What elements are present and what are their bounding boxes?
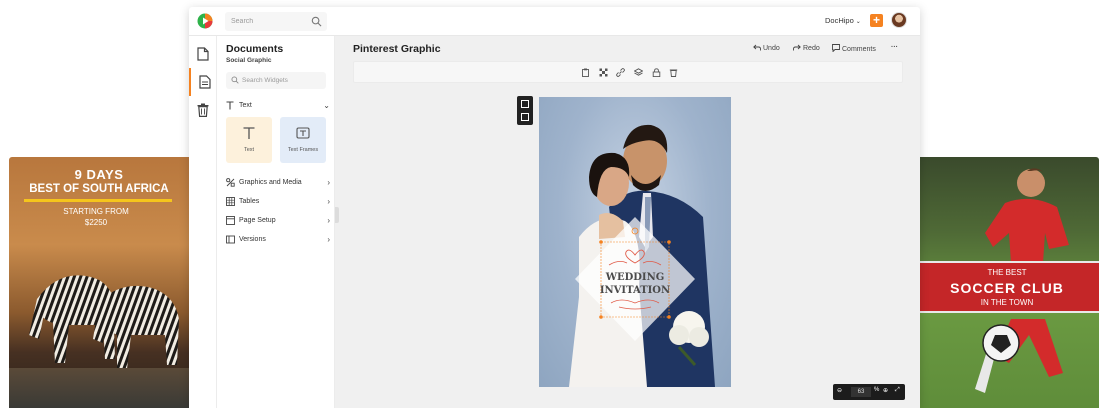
soccer-banner: THE BEST SOCCER CLUB IN THE TOWN xyxy=(915,261,1099,313)
banner-subline: IN THE TOWN xyxy=(980,298,1034,307)
comment-icon xyxy=(832,44,840,53)
panel-title: Documents xyxy=(226,43,284,55)
section-text-label: Text xyxy=(239,102,252,109)
zoom-out-icon[interactable]: ⊖ xyxy=(837,387,842,394)
section-tables-label: Tables xyxy=(239,198,260,205)
trash-icon xyxy=(197,103,209,117)
page-icon[interactable] xyxy=(521,113,529,121)
top-bar: DocHipo⌄ + xyxy=(189,7,920,36)
zoom-in-icon[interactable]: ⊕ xyxy=(883,387,888,394)
page-setup-icon xyxy=(226,216,235,225)
promo-divider xyxy=(24,199,172,202)
element-toolbar xyxy=(353,61,903,83)
stage: 9 DAYS BEST OF SOUTH AFRICA STARTING FRO… xyxy=(0,0,1109,408)
section-graphics-media[interactable]: Graphics and Media › xyxy=(226,177,330,191)
redo-icon xyxy=(793,44,801,51)
canvas-side-tools xyxy=(517,96,533,125)
invitation-line-2: INVITATION xyxy=(600,285,670,296)
promo-headline: BEST OF SOUTH AFRICA xyxy=(29,183,169,195)
account-label: DocHipo xyxy=(825,16,854,25)
section-versions-label: Versions xyxy=(239,236,266,243)
chevron-right-icon: › xyxy=(327,216,330,225)
chevron-right-icon: › xyxy=(327,235,330,244)
rail-item-documents[interactable] xyxy=(189,68,217,96)
document-icon xyxy=(199,75,211,89)
chevron-right-icon: › xyxy=(327,178,330,187)
text-widget-label: Text xyxy=(243,147,255,153)
trash-icon[interactable] xyxy=(669,68,678,77)
promo-price: $2250 xyxy=(84,218,108,227)
text-glyph-icon xyxy=(226,126,272,145)
text-frames-widget-label: Text Frames xyxy=(287,147,319,153)
section-text[interactable]: Text ⌄ xyxy=(226,100,330,114)
banner-kicker: THE BEST xyxy=(987,268,1027,277)
layers-icon[interactable] xyxy=(634,68,643,77)
design-canvas[interactable]: WEDDING INVITATION xyxy=(539,97,731,387)
document-title[interactable]: Pinterest Graphic xyxy=(353,43,441,55)
undo-label: Undo xyxy=(763,45,780,52)
rail-item-new-document[interactable] xyxy=(189,40,217,68)
text-icon xyxy=(226,101,234,110)
link-icon[interactable] xyxy=(616,68,625,77)
panel-collapse-handle[interactable] xyxy=(335,207,339,223)
global-search-input[interactable] xyxy=(231,15,307,28)
widget-search[interactable] xyxy=(226,72,326,89)
workspace: Pinterest Graphic Undo Redo Comments ··· xyxy=(335,36,920,408)
file-icon xyxy=(197,47,209,61)
comments-button[interactable]: Comments xyxy=(832,44,876,53)
panel-subtitle: Social Graphic xyxy=(226,57,272,64)
waterhole xyxy=(9,368,193,408)
versions-icon xyxy=(226,235,235,244)
search-icon[interactable] xyxy=(311,16,322,27)
soccer-promo-card: THE BEST SOCCER CLUB IN THE TOWN xyxy=(915,157,1099,408)
avatar[interactable] xyxy=(891,12,907,28)
more-options-button[interactable]: ··· xyxy=(891,44,898,51)
text-widget-tile[interactable]: Text xyxy=(226,117,272,163)
section-page-setup-label: Page Setup xyxy=(239,217,276,224)
section-graphics-label: Graphics and Media xyxy=(239,179,302,186)
zebra-illustration xyxy=(29,275,179,369)
chevron-down-icon: ⌄ xyxy=(855,19,861,25)
dochipo-logo-icon[interactable] xyxy=(197,13,213,29)
lock-icon[interactable] xyxy=(652,68,661,77)
clipboard-icon[interactable] xyxy=(581,68,590,77)
fullscreen-icon[interactable]: ⤢ xyxy=(895,387,900,394)
zoom-bar: ⊖ 63 % ⊕ ⤢ xyxy=(833,384,905,400)
editor-window: DocHipo⌄ + xyxy=(189,7,920,408)
global-search[interactable] xyxy=(225,12,327,31)
undo-icon xyxy=(753,44,761,51)
promo-title: 9 DAYS xyxy=(74,167,124,182)
section-page-setup[interactable]: Page Setup › xyxy=(226,215,330,229)
search-icon xyxy=(231,76,239,84)
left-rail xyxy=(189,36,217,408)
banner-headline: SOCCER CLUB xyxy=(950,280,1064,296)
grid-icon[interactable] xyxy=(521,100,529,108)
section-tables[interactable]: Tables › xyxy=(226,196,330,210)
zoom-unit: % xyxy=(874,387,880,393)
add-button[interactable]: + xyxy=(870,14,883,27)
chevron-right-icon: › xyxy=(327,197,330,206)
safari-promo-card: 9 DAYS BEST OF SOUTH AFRICA STARTING FRO… xyxy=(9,157,193,408)
widgets-panel: Documents Social Graphic Text ⌄ xyxy=(217,36,335,408)
invitation-line-1: WEDDING xyxy=(605,272,665,283)
rail-item-trash[interactable] xyxy=(189,96,217,124)
table-icon xyxy=(226,197,235,206)
widget-search-input[interactable] xyxy=(242,74,322,87)
text-frame-icon xyxy=(280,126,326,145)
section-versions[interactable]: Versions › xyxy=(226,234,330,248)
redo-button[interactable]: Redo xyxy=(793,44,820,52)
redo-label: Redo xyxy=(803,45,820,52)
zoom-value[interactable]: 63 xyxy=(851,387,871,397)
text-frames-widget-tile[interactable]: Text Frames xyxy=(280,117,326,163)
undo-button[interactable]: Undo xyxy=(753,44,780,52)
graphics-icon xyxy=(226,178,235,187)
comments-label: Comments xyxy=(842,46,876,53)
account-menu[interactable]: DocHipo ⌄ xyxy=(825,16,861,25)
chevron-down-icon: ⌄ xyxy=(323,101,330,110)
wedding-photo: WEDDING INVITATION xyxy=(569,124,715,387)
transparency-icon[interactable] xyxy=(599,68,608,77)
promo-price-label: STARTING FROM xyxy=(63,207,129,216)
